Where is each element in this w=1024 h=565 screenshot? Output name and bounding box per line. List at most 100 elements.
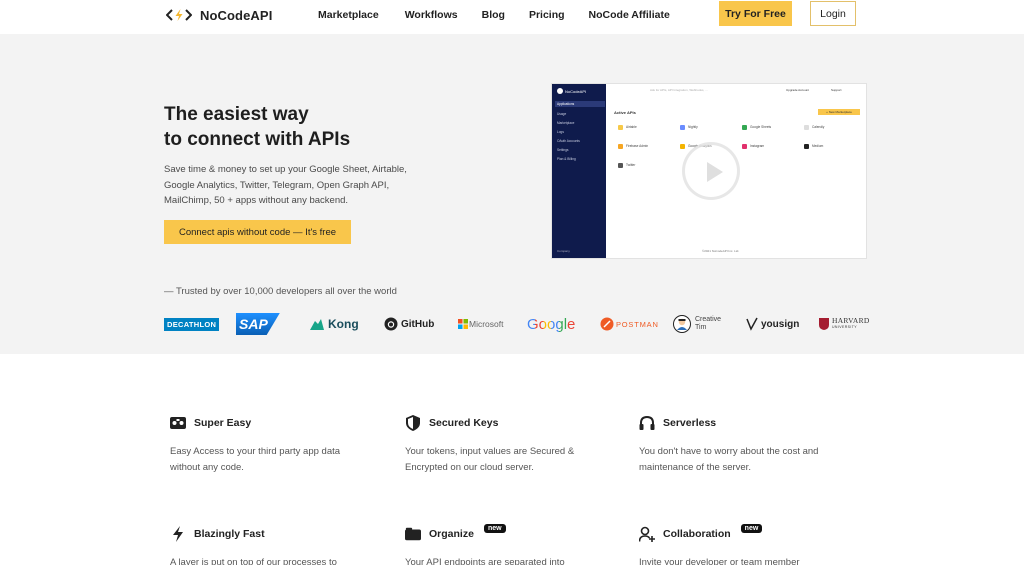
- login-button[interactable]: Login: [810, 1, 856, 26]
- hero-title-line-2: to connect with APIs: [164, 129, 351, 150]
- firebase-icon: [618, 143, 623, 149]
- preview-sidebar-item: Applications: [555, 101, 605, 107]
- nav-link-pricing[interactable]: Pricing: [529, 9, 565, 21]
- preview-card-label: Twitter: [626, 163, 636, 167]
- shield-icon: [405, 415, 421, 431]
- preview-topbar: Ask for APIs, API Integration, Webhooks,…: [606, 84, 866, 96]
- feature-title: Serverless: [663, 417, 717, 429]
- controller-icon: [170, 415, 186, 431]
- postman-icon: [600, 317, 614, 331]
- preview-search: Ask for APIs, API Integration, Webhooks,…: [650, 88, 708, 92]
- kong-logo: Kong: [309, 312, 359, 336]
- folder-icon: [405, 526, 421, 542]
- preview-brand: NoCodeAPI: [557, 88, 586, 94]
- preview-sidebar-item: Usage: [557, 112, 567, 116]
- preview-logo-icon: [557, 88, 563, 94]
- microsoft-text: Microsoft: [469, 319, 504, 329]
- top-navbar: NoCodeAPI Marketplace Workflows Blog Pri…: [0, 0, 1024, 34]
- yousign-icon: [746, 317, 758, 331]
- headphones-icon: [639, 415, 655, 431]
- preview-api-card: Instagram: [742, 141, 802, 151]
- product-preview-video[interactable]: NoCodeAPI Applications Usage Marketplace…: [551, 83, 867, 259]
- preview-api-card: Calendly: [804, 122, 864, 132]
- preview-heading: Active APIs: [614, 110, 636, 115]
- creative-tim-text: Creative Tim: [695, 316, 721, 332]
- preview-card-label: Airtable: [626, 125, 637, 129]
- github-logo: GitHub: [384, 312, 434, 336]
- connect-apis-button[interactable]: Connect apis without code — It's free: [164, 220, 351, 244]
- microsoft-icon: [458, 319, 468, 329]
- logo[interactable]: NoCodeAPI: [166, 6, 272, 24]
- preview-card-label: Instagram: [750, 144, 765, 148]
- brand-logos: DECATHLON SAP Kong GitHub Microsoft Goog…: [164, 312, 870, 336]
- github-text: GitHub: [401, 318, 435, 330]
- feature-title: Super Easy: [194, 417, 252, 429]
- feature-title: Secured Keys: [429, 417, 499, 429]
- preview-footer: ©2021 NoCodeAPI Inc. Ltd.: [702, 249, 740, 253]
- preview-card-label: Nightly: [688, 125, 698, 129]
- kong-icon: [310, 319, 324, 330]
- bolt-icon: [170, 526, 186, 542]
- creative-tim-logo: Creative Tim: [673, 312, 721, 336]
- feature-description: You don't have to worry about the cost a…: [639, 446, 819, 473]
- feature-description: Easy Access to your third party app data…: [170, 446, 341, 473]
- preview-sidebar-item: Marketplace: [557, 121, 575, 125]
- nav-link-blog[interactable]: Blog: [482, 9, 505, 21]
- preview-sidebar-item: Logs: [557, 130, 564, 134]
- hero-title-line-1: The easiest way: [164, 104, 309, 125]
- postman-logo: POSTMAN: [600, 312, 659, 336]
- feature-secured-keys: Secured Keys Your tokens, input values a…: [405, 414, 605, 475]
- twitter-icon: [618, 162, 623, 168]
- preview-api-card: Nightly: [680, 122, 740, 132]
- decathlon-logo: DECATHLON: [164, 312, 220, 336]
- hero-description: Save time & money to set up your Google …: [164, 164, 407, 206]
- logo-code-icon: [166, 7, 192, 23]
- logo-text: NoCodeAPI: [200, 7, 273, 23]
- harvard-word: HARVARD: [832, 316, 870, 325]
- feature-collaboration: Collaboration new Invite your developer …: [639, 523, 839, 565]
- google-text: Google: [527, 315, 576, 333]
- nav-link-marketplace[interactable]: Marketplace: [318, 9, 379, 21]
- try-for-free-button[interactable]: Try For Free: [719, 1, 792, 26]
- preview-card-label: Firebase Admin: [626, 144, 649, 148]
- preview-company: Company: [557, 249, 570, 253]
- medium-icon: [804, 143, 809, 149]
- nav-links: Marketplace Workflows Blog Pricing NoCod…: [318, 9, 694, 21]
- preview-sidebar-item: Settings: [557, 148, 569, 152]
- harvard-logo: HARVARD UNIVERSITY: [819, 312, 870, 336]
- preview-card-label: Calendly: [812, 125, 825, 129]
- postman-text: POSTMAN: [616, 319, 659, 329]
- feature-description: Invite your developer or team member: [639, 557, 800, 565]
- airtable-icon: [618, 124, 623, 130]
- feature-super-easy: Super Easy Easy Access to your third par…: [170, 414, 370, 475]
- preview-api-card: Airtable: [618, 122, 678, 132]
- new-badge: new: [483, 523, 506, 533]
- preview-api-card: Firebase Admin: [618, 141, 678, 151]
- feature-blazingly-fast: Blazingly Fast A layer is put on top of …: [170, 525, 370, 565]
- instagram-icon: [742, 143, 747, 149]
- preview-sidebar-item: OAuth Accounts: [557, 139, 580, 143]
- preview-api-card: Google Sheets: [742, 122, 802, 132]
- preview-sidebar-item: Plan & Billing: [557, 157, 576, 161]
- feature-description: A layer is put on top of our processes t…: [170, 557, 337, 565]
- calendly-icon: [804, 124, 809, 130]
- harvard-shield-icon: [819, 318, 829, 330]
- preview-sidebar: NoCodeAPI Applications Usage Marketplace…: [552, 84, 606, 258]
- play-icon[interactable]: [682, 142, 740, 200]
- feature-title: Blazingly Fast: [194, 528, 265, 540]
- preview-api-card: Twitter: [618, 160, 678, 170]
- github-icon: [384, 317, 398, 331]
- creative-tim-icon: [673, 315, 691, 333]
- app-icon: [680, 124, 685, 130]
- google-sheets-icon: [742, 124, 747, 130]
- kong-text: Kong: [328, 317, 359, 331]
- preview-support: Support: [831, 88, 842, 92]
- preview-upgrade: Upgrade Account: [786, 88, 810, 92]
- preview-api-card: Medium: [804, 141, 864, 151]
- university-word: UNIVERSITY: [832, 325, 858, 329]
- decathlon-text: DECATHLON: [164, 317, 220, 331]
- google-analytics-icon: [680, 143, 685, 149]
- nav-link-affiliate[interactable]: NoCode Affiliate: [589, 9, 670, 21]
- nav-link-workflows[interactable]: Workflows: [405, 9, 458, 21]
- feature-organize: Organize new Your API endpoints are sepa…: [405, 523, 605, 565]
